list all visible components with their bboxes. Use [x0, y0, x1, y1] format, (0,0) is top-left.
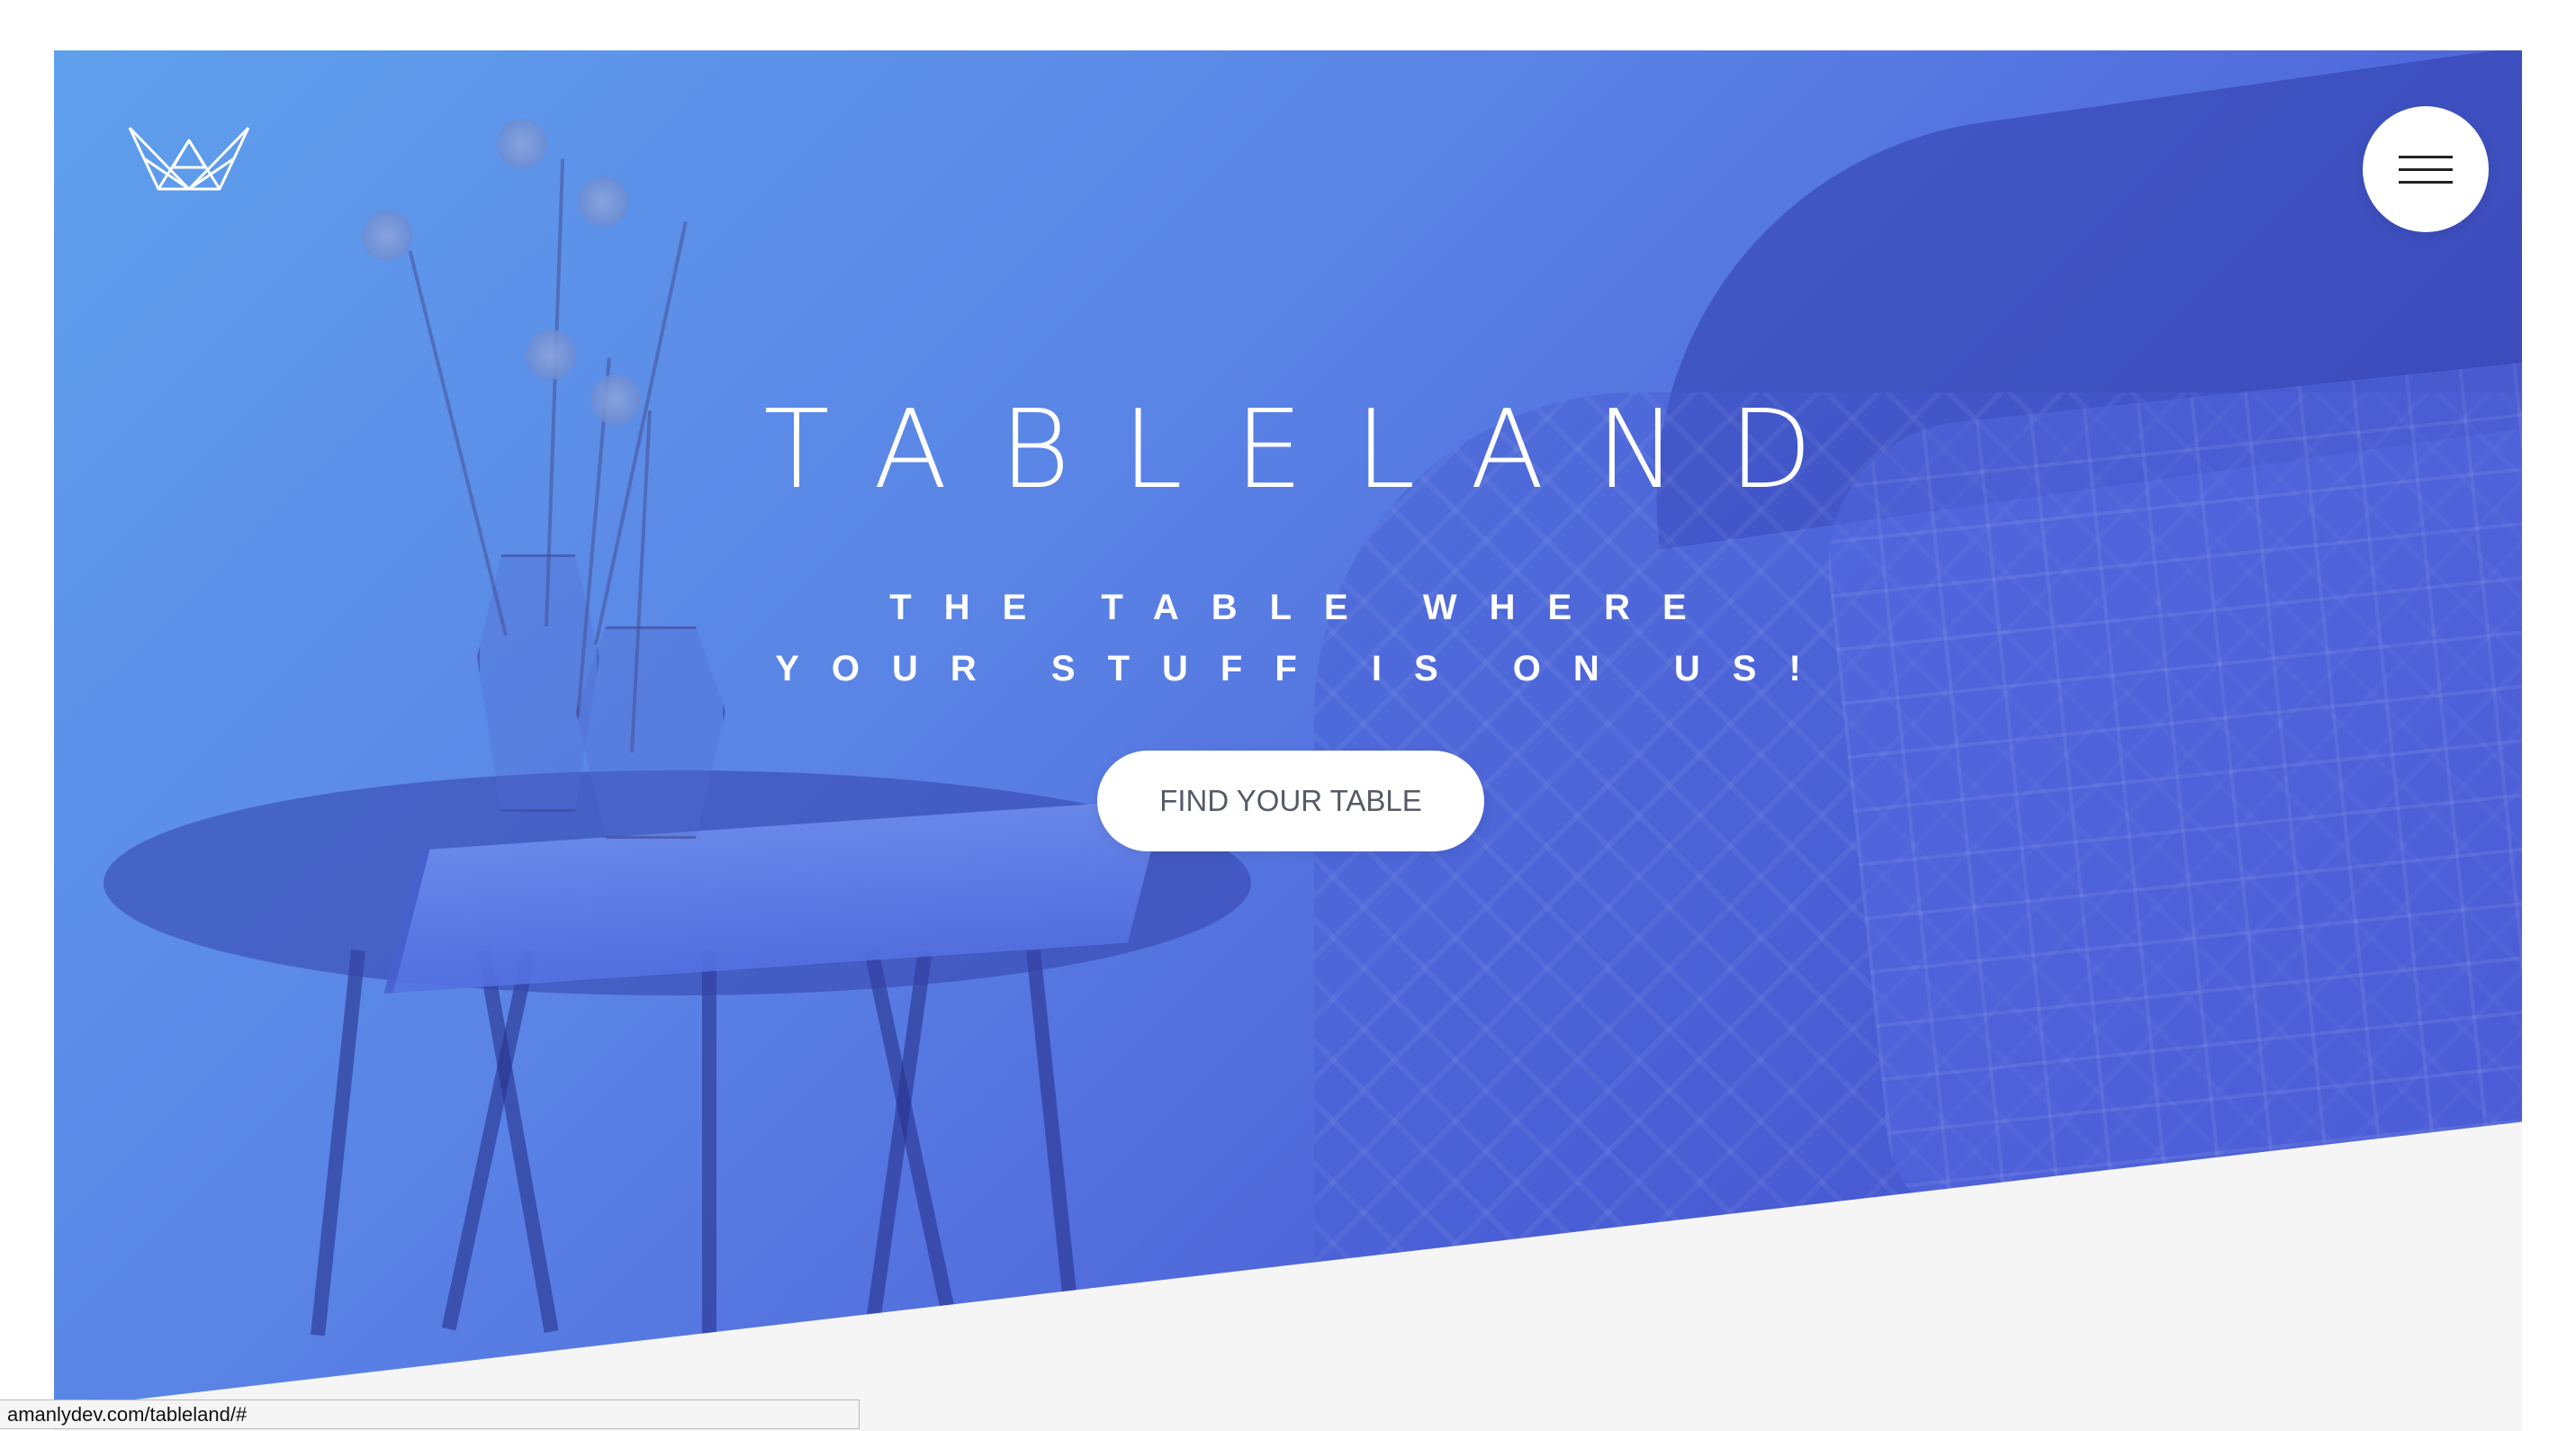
table-leg: [1026, 950, 1081, 1336]
flower-bud: [526, 329, 576, 380]
table-leg: [702, 950, 716, 1337]
browser-viewport: TABLELAND THE TABLE WHERE YOUR STUFF IS …: [0, 0, 2576, 1431]
flower-bud: [578, 176, 628, 227]
table-leg: [311, 950, 365, 1336]
flower-bud: [497, 119, 547, 169]
flower-bud: [362, 211, 412, 261]
menu-button[interactable]: [2363, 106, 2489, 232]
hero-background-photo: [54, 50, 2522, 1409]
browser-status-bar-url: amanlydev.com/tableland/#: [0, 1400, 860, 1429]
hero-title: TABLELAND: [763, 388, 1865, 513]
hero-section: TABLELAND THE TABLE WHERE YOUR STUFF IS …: [54, 50, 2522, 1431]
table-leg: [864, 949, 932, 1335]
hero-tagline: THE TABLE WHERE YOUR STUFF IS ON US!: [775, 588, 1833, 688]
find-your-table-button[interactable]: FIND YOUR TABLE: [1097, 751, 1484, 851]
crown-logo-icon[interactable]: [126, 122, 252, 194]
glass-vase: [576, 626, 725, 839]
